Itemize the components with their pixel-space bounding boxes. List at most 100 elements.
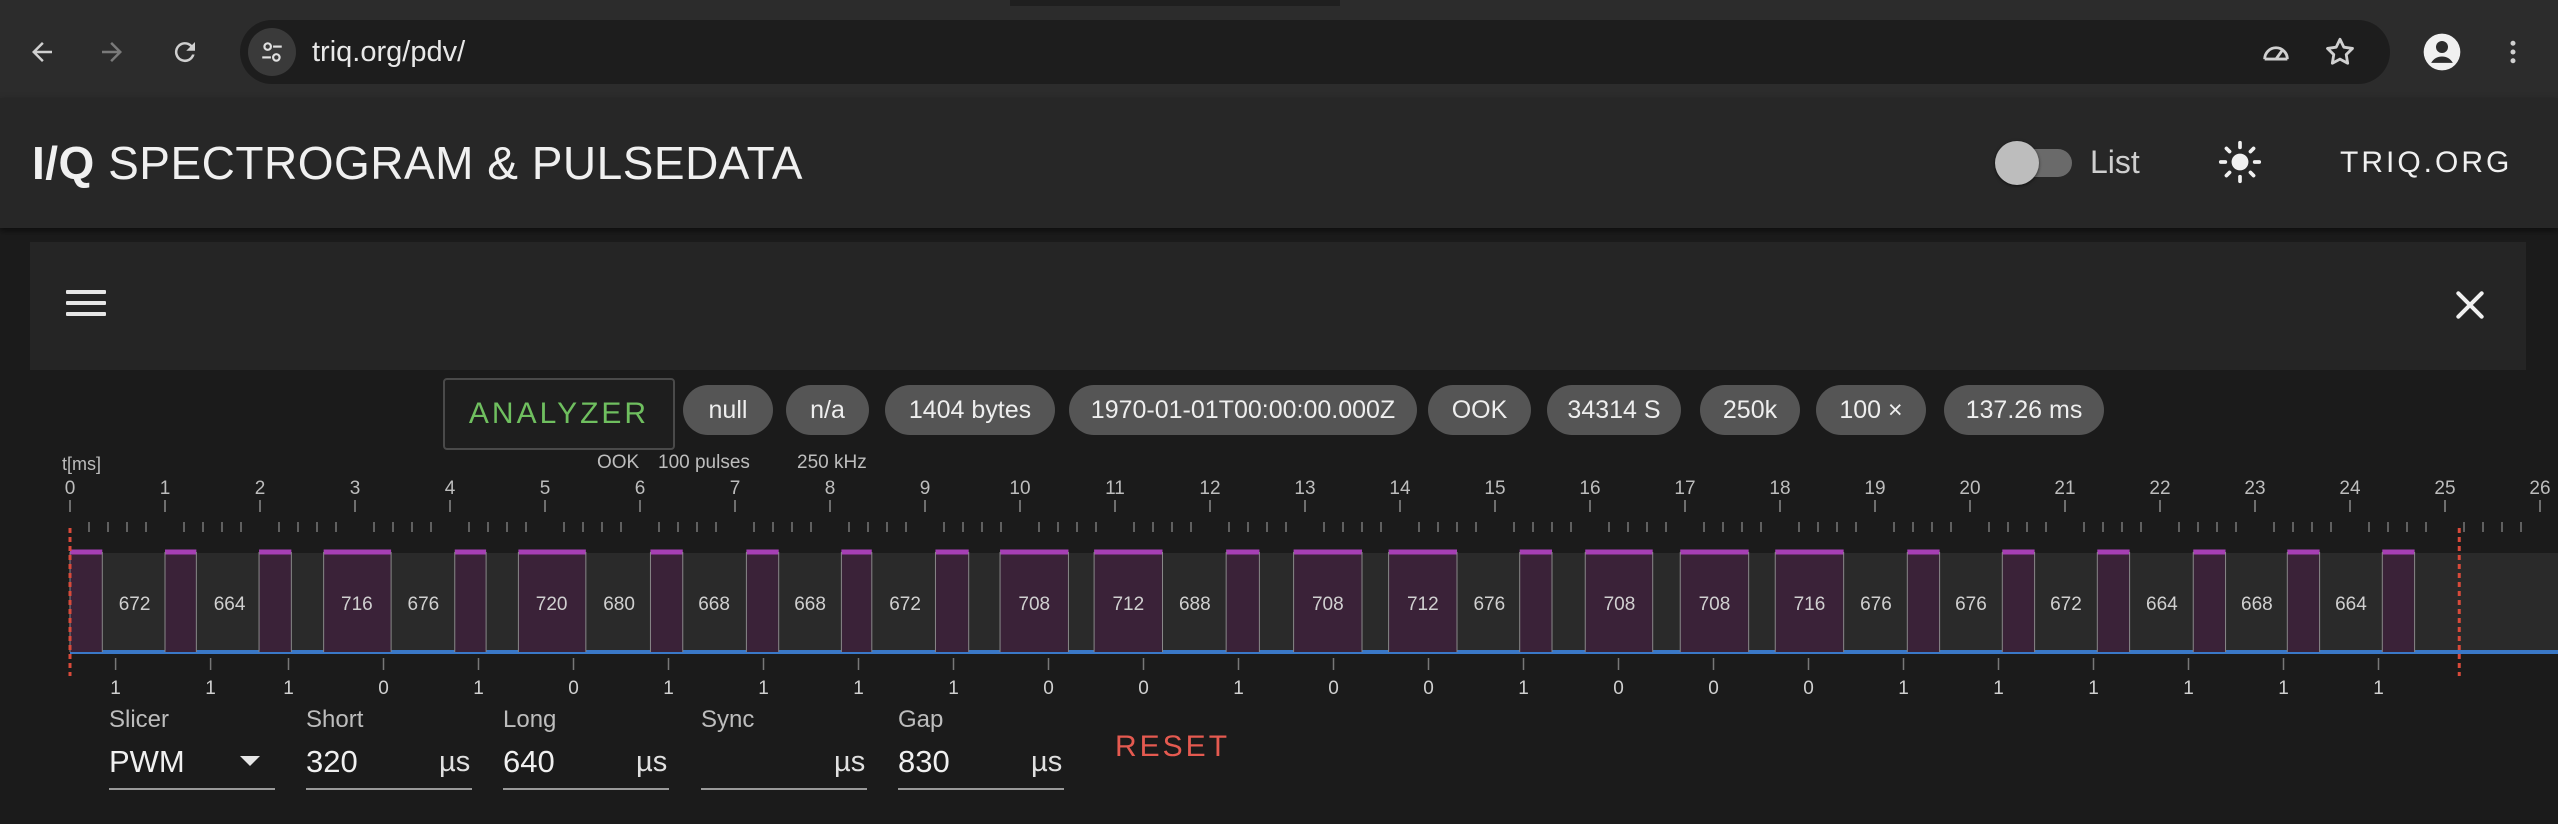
analyzer-button[interactable]: ANALYZER — [443, 378, 675, 450]
gap-label: 708 — [1699, 594, 1731, 615]
short-field[interactable]: Short 320 µs — [306, 706, 472, 790]
gap-label: 676 — [408, 594, 440, 615]
profile-button[interactable] — [2420, 30, 2464, 74]
address-bar[interactable]: triq.org/pdv/ — [240, 20, 2390, 84]
tick-label: 7 — [730, 478, 741, 499]
pulse-timeline[interactable]: t[ms] OOK 100 pulses 250 kHz 01234567891… — [0, 448, 2558, 702]
bit-label: 0 — [1423, 678, 1434, 699]
tick-label: 16 — [1579, 478, 1600, 499]
tick-label: 19 — [1864, 478, 1885, 499]
reset-button[interactable]: RESET — [1115, 730, 1230, 764]
sync-underline — [701, 788, 867, 790]
pulse-count-label: 100 pulses — [658, 452, 750, 473]
gap-underline — [898, 788, 1064, 790]
pulse-bar — [259, 553, 292, 652]
pulse-bar — [841, 553, 872, 652]
gap-label: 676 — [1860, 594, 1892, 615]
browser-menu-button[interactable] — [2491, 30, 2535, 74]
star-icon — [2326, 37, 2354, 65]
gap-input[interactable]: 830 — [898, 744, 950, 780]
close-icon[interactable] — [2450, 285, 2490, 325]
list-toggle-knob[interactable] — [1995, 141, 2039, 185]
browser-tab[interactable] — [1340, 0, 2558, 6]
bookmark-button[interactable] — [2322, 34, 2358, 70]
gap-label: 668 — [698, 594, 730, 615]
page-title: I/Q SPECTROGRAM & PULSEDATA — [32, 136, 803, 190]
bit-label: 1 — [663, 678, 674, 699]
pulse-bar — [1519, 553, 1552, 652]
brand-link[interactable]: TRIQ.ORG — [2340, 146, 2512, 180]
slicer-underline — [109, 788, 275, 790]
gap-label: 716 — [341, 594, 373, 615]
info-chip: null — [683, 385, 773, 435]
pulse-bar — [165, 553, 197, 652]
performance-button[interactable] — [2258, 34, 2294, 70]
browser-toolbar: triq.org/pdv/ — [0, 0, 2558, 98]
tick-label: 5 — [540, 478, 551, 499]
tick-label: 1 — [160, 478, 171, 499]
slicer-value[interactable]: PWM — [109, 744, 185, 780]
title-bold: I/Q — [32, 137, 95, 189]
theme-toggle-sun-icon[interactable] — [2218, 140, 2262, 184]
tick-label: 17 — [1674, 478, 1695, 499]
bit-label: 1 — [205, 678, 216, 699]
bit-label: 0 — [1043, 678, 1054, 699]
gap-label: 668 — [794, 594, 826, 615]
panel-header — [30, 242, 2526, 370]
menu-icon[interactable] — [66, 290, 106, 320]
pulse-bar — [1907, 553, 1940, 652]
info-chip: 137.26 ms — [1944, 385, 2104, 435]
bit-label: 1 — [2183, 678, 2194, 699]
bit-label: 0 — [1803, 678, 1814, 699]
back-button[interactable] — [20, 30, 64, 74]
gap-label: Gap — [898, 706, 944, 733]
pulse-bar — [2097, 553, 2130, 652]
bit-label: 0 — [1328, 678, 1339, 699]
sync-label: Sync — [701, 706, 755, 733]
slicer-label: Slicer — [109, 706, 170, 733]
gap-unit: µs — [1031, 746, 1063, 778]
site-info-button[interactable] — [248, 28, 296, 76]
pulse-bar — [2193, 553, 2226, 652]
tick-label: 12 — [1199, 478, 1220, 499]
long-field[interactable]: Long 640 µs — [503, 706, 669, 790]
gap-field[interactable]: Gap 830 µs — [898, 706, 1064, 790]
pulse-bar — [70, 553, 103, 652]
info-chip: 1404 bytes — [885, 385, 1055, 435]
gap-label: 664 — [2146, 594, 2178, 615]
gap-label: 672 — [889, 594, 921, 615]
url-text[interactable]: triq.org/pdv/ — [312, 20, 465, 84]
short-input[interactable]: 320 — [306, 744, 358, 780]
tick-label: 14 — [1389, 478, 1411, 499]
short-underline — [306, 788, 472, 790]
speedometer-icon — [2263, 46, 2289, 61]
bit-label: 0 — [378, 678, 389, 699]
sync-field[interactable]: Sync µs — [701, 706, 867, 790]
gap-label: 688 — [1179, 594, 1211, 615]
forward-button[interactable] — [90, 30, 134, 74]
gap-label: 668 — [2241, 594, 2273, 615]
pulse-bar — [1226, 553, 1260, 652]
arrow-right-icon — [102, 42, 122, 62]
pulse-bar — [2382, 553, 2415, 652]
gap-label: 712 — [1112, 594, 1144, 615]
bit-label: 0 — [568, 678, 579, 699]
tick-label: 20 — [1959, 478, 1980, 499]
reload-button[interactable] — [163, 30, 207, 74]
app-bar: I/Q SPECTROGRAM & PULSEDATA List TRIQ.OR… — [0, 98, 2558, 228]
tick-label: 18 — [1769, 478, 1790, 499]
avatar-icon — [2423, 33, 2461, 71]
tick-label: 24 — [2339, 478, 2361, 499]
long-input[interactable]: 640 — [503, 744, 555, 780]
long-unit: µs — [636, 746, 668, 778]
browser-tab[interactable] — [0, 0, 1010, 6]
modulation-label: OOK — [597, 452, 640, 473]
bit-label: 1 — [1233, 678, 1244, 699]
chevron-down-icon[interactable] — [240, 756, 260, 766]
gap-label: 680 — [603, 594, 635, 615]
gap-label: 676 — [1955, 594, 1987, 615]
tab-strip — [0, 0, 2558, 6]
slicer-select[interactable]: Slicer PWM — [109, 706, 275, 790]
tick-label: 6 — [635, 478, 646, 499]
pulse-bar — [2287, 553, 2320, 652]
